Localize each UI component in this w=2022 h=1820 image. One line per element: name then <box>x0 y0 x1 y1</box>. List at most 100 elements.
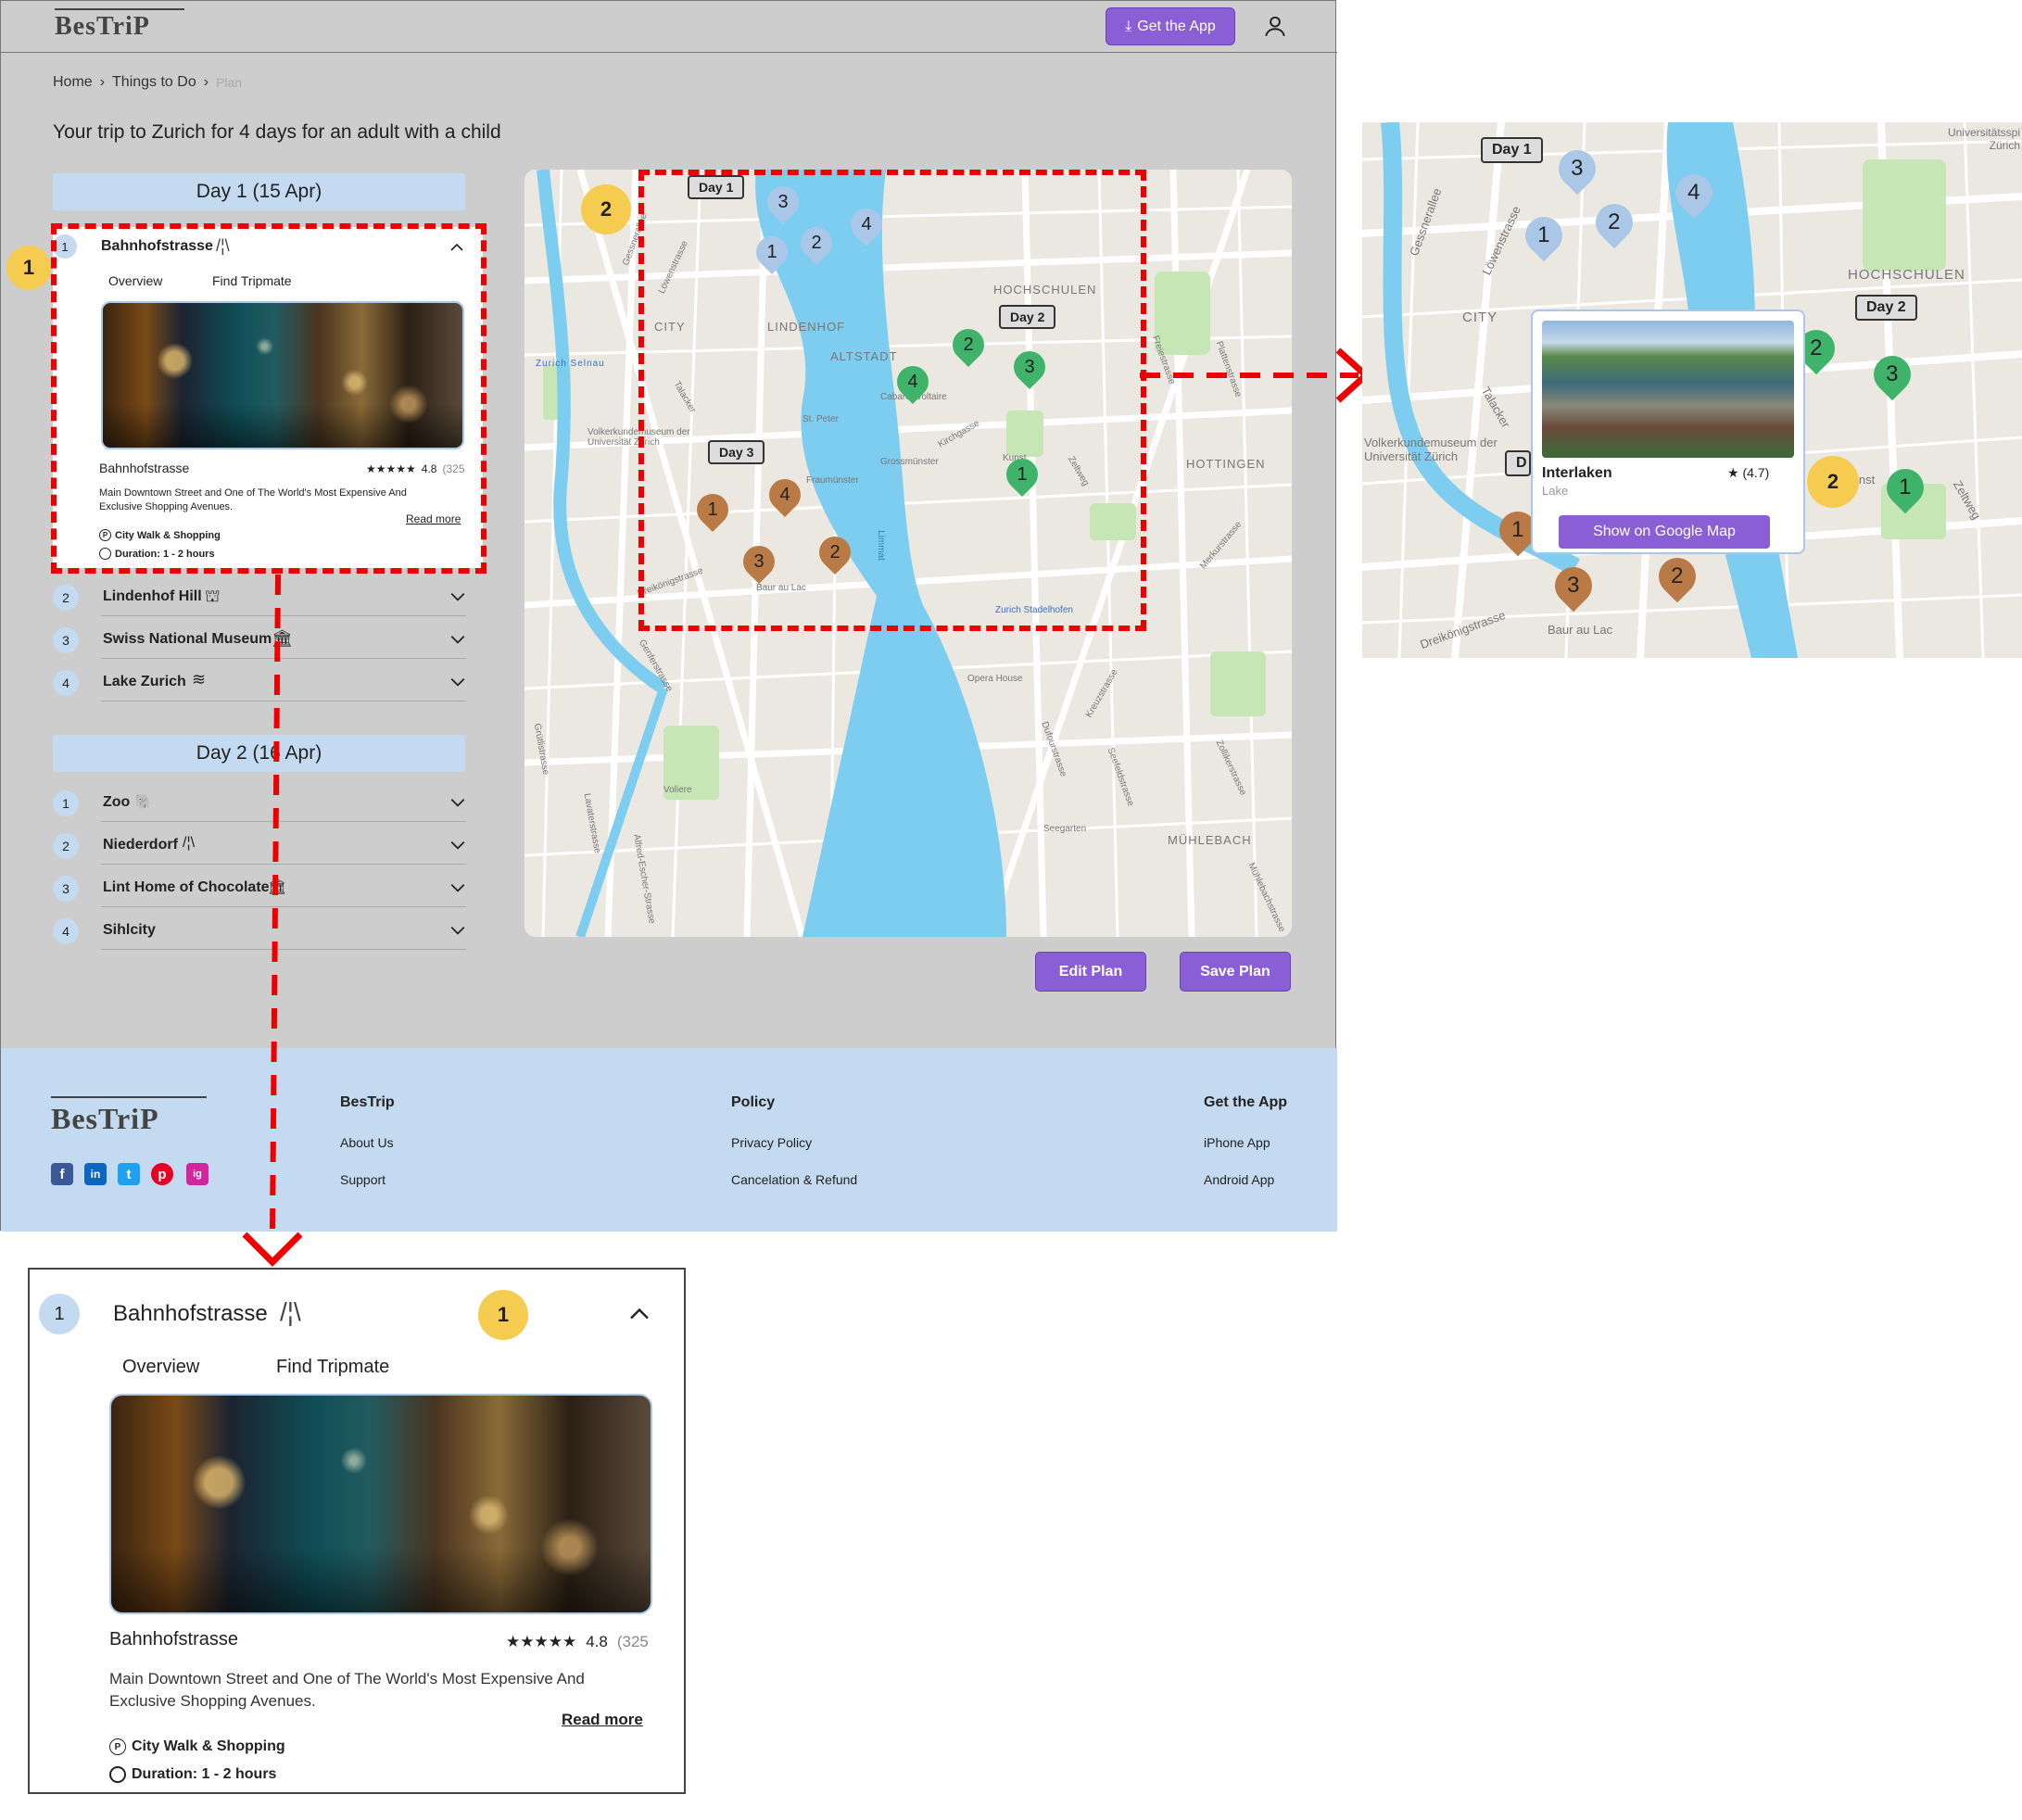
review-count: (325 <box>616 1633 649 1650</box>
place-photo[interactable] <box>109 1394 652 1614</box>
chevron-down-icon[interactable] <box>449 922 466 939</box>
duration-label: Duration: 1 - 2 hours <box>132 1766 277 1782</box>
annotation-badge-1: 1 <box>478 1290 528 1340</box>
district-muhlebach: MÜHLEBACH <box>1168 833 1252 847</box>
footer-logo[interactable]: BesTriP <box>51 1102 159 1136</box>
breadcrumb: Home › Things to Do › Plan <box>53 74 242 91</box>
chevron-right-icon: › <box>99 74 106 90</box>
popup-place-name: Interlaken <box>1542 465 1612 481</box>
pinterest-icon[interactable]: p <box>151 1163 173 1185</box>
road-icon: /¦\ <box>280 1297 301 1326</box>
chevron-down-icon[interactable] <box>449 588 466 605</box>
map-pin-day1-3[interactable]: 3 <box>1550 142 1604 196</box>
star-icons: ★★★★★ <box>506 1633 577 1650</box>
item-label: Lindenhof Hill <box>103 588 202 604</box>
category-row: P City Walk & Shopping <box>109 1738 285 1755</box>
footer-col-bestrip: BesTrip <box>340 1094 395 1110</box>
breadcrumb-things[interactable]: Things to Do <box>112 74 196 91</box>
district-hochschulen: HOCHSCHULEN <box>1848 267 1965 283</box>
item-title: Bahnhofstrasse <box>113 1301 268 1326</box>
show-on-google-map-button[interactable]: Show on Google Map <box>1559 515 1770 549</box>
user-icon[interactable] <box>1263 14 1287 38</box>
about-us-link[interactable]: About Us <box>340 1135 394 1150</box>
iphone-app-link[interactable]: iPhone App <box>1204 1135 1270 1150</box>
map-pin-day3-2[interactable]: 2 <box>1650 550 1704 603</box>
instagram-icon[interactable]: ig <box>186 1163 209 1185</box>
footer: BesTriP BesTrip About Us Support Policy … <box>1 1048 1337 1232</box>
chevron-down-icon[interactable] <box>449 879 466 896</box>
breadcrumb-home[interactable]: Home <box>53 74 93 91</box>
clock-icon <box>109 1766 126 1783</box>
read-more-link[interactable]: Read more <box>562 1711 643 1729</box>
parking-icon: P <box>109 1738 126 1755</box>
map-pin-day1-1[interactable]: 1 <box>1517 209 1571 262</box>
linkedin-icon[interactable]: in <box>84 1163 107 1185</box>
top-bar: BesTriP ⤓ Get the App <box>1 1 1337 53</box>
breadcrumb-plan: Plan <box>216 75 243 90</box>
chevron-right-icon: › <box>203 74 209 90</box>
popup-place-type: Lake <box>1542 484 1569 498</box>
logo-line <box>55 8 184 10</box>
item-number: 1 <box>39 1294 80 1334</box>
item-number: 4 <box>53 918 79 944</box>
cancelation-refund-link[interactable]: Cancelation & Refund <box>731 1172 857 1187</box>
place-label: Volkerkundemuseum der Universität Zürich <box>1364 436 1498 463</box>
tab-find-tripmate[interactable]: Find Tripmate <box>276 1357 389 1378</box>
chevron-down-icon[interactable] <box>449 794 466 811</box>
item-number: 3 <box>53 627 79 653</box>
support-link[interactable]: Support <box>340 1172 385 1187</box>
page-title: Your trip to Zurich for 4 days for an ad… <box>53 121 501 143</box>
map-pin-day1-2[interactable]: 2 <box>1587 196 1641 249</box>
item-label: Zoo <box>103 794 131 810</box>
annotation-badge-2: 2 <box>581 184 631 234</box>
highlight-box-card <box>51 223 487 574</box>
get-the-app-button[interactable]: ⤓ Get the App <box>1106 7 1235 45</box>
elephant-icon: 🐘 <box>134 794 153 810</box>
map-pin-day2-3[interactable]: 3 <box>1865 348 1919 401</box>
water-icon: ≋ <box>192 670 207 689</box>
arrow-to-map-zoom <box>1140 348 1371 403</box>
road-icon: /¦\ <box>183 835 196 851</box>
place-label: Seegarten <box>1043 824 1087 834</box>
map-pin-day1-4[interactable]: 4 <box>1667 166 1721 220</box>
map-pin-day2-1[interactable]: 1 <box>1878 461 1932 514</box>
logo-line <box>51 1096 207 1098</box>
chevron-down-icon[interactable] <box>449 674 466 690</box>
logo[interactable]: BesTriP <box>55 12 150 42</box>
popup-photo[interactable] <box>1542 321 1794 458</box>
item-label: Niederdorf <box>103 837 178 853</box>
annotation-badge-2: 2 <box>1807 456 1859 508</box>
save-plan-button[interactable]: Save Plan <box>1180 952 1291 992</box>
get-app-label: Get the App <box>1137 18 1216 34</box>
map-zoom-view[interactable]: CITY HOCHSCHULEN Volkerkundemuseum der U… <box>1362 122 2022 658</box>
district-hottingen: HOTTINGEN <box>1186 457 1266 471</box>
android-app-link[interactable]: Android App <box>1204 1172 1274 1187</box>
item-label: Lake Zurich <box>103 674 186 689</box>
arrow-to-card-zoom <box>242 575 303 1267</box>
tab-overview[interactable]: Overview <box>122 1357 199 1378</box>
duration-row: Duration: 1 - 2 hours <box>109 1766 276 1783</box>
item-number: 4 <box>53 670 79 696</box>
place-description: Main Downtown Street and One of The Worl… <box>109 1670 585 1710</box>
place-label: Voliere <box>663 785 692 795</box>
category-label: City Walk & Shopping <box>132 1738 285 1754</box>
edit-plan-button[interactable]: Edit Plan <box>1035 952 1146 992</box>
map-pin-day3-3[interactable]: 3 <box>1547 559 1600 613</box>
castle-icon: ⛫ <box>205 587 221 605</box>
download-icon: ⤓ <box>1125 18 1132 34</box>
day-1-header[interactable]: Day 1 (15 Apr) <box>53 173 465 210</box>
popup-rating: ★ (4.7) <box>1727 465 1770 480</box>
item-number: 2 <box>53 833 79 859</box>
district-city: CITY <box>1462 310 1498 325</box>
rating-value: 4.8 <box>586 1633 608 1650</box>
item-number: 3 <box>53 876 79 902</box>
chevron-down-icon[interactable] <box>449 631 466 648</box>
twitter-icon[interactable]: t <box>118 1163 140 1185</box>
chevron-up-icon[interactable] <box>628 1303 651 1325</box>
highlight-box-map <box>638 170 1146 631</box>
privacy-policy-link[interactable]: Privacy Policy <box>731 1135 812 1150</box>
place-name: Bahnhofstrasse <box>109 1629 238 1649</box>
facebook-icon[interactable]: f <box>51 1163 73 1185</box>
main-page: BesTriP ⤓ Get the App Home › Things to D… <box>0 0 1337 1232</box>
chevron-down-icon[interactable] <box>449 837 466 853</box>
